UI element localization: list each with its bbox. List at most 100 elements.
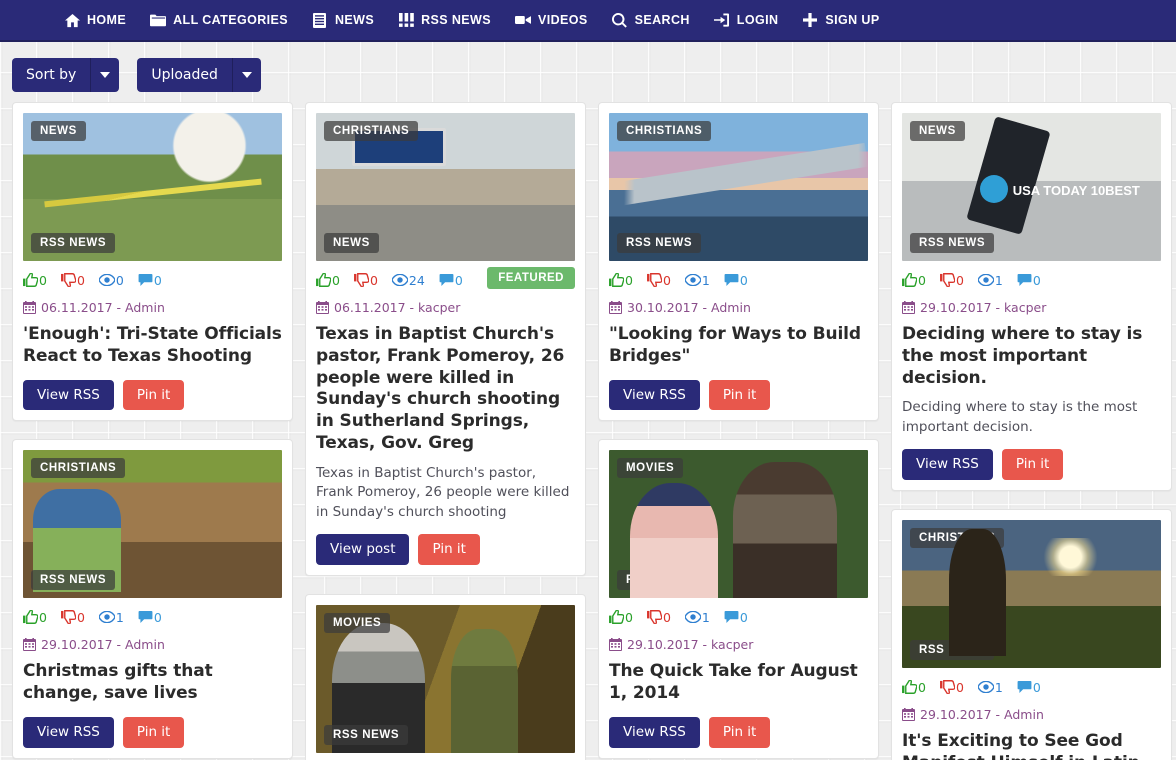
calendar-icon [902,708,915,722]
post-stats: 0 0 0 0 [23,270,282,290]
post-column-2: CHRISTIANS NEWS 0 0 24 0 FEATURED 06.11.2017 - … [299,102,592,760]
comments-stat[interactable]: 0 [138,273,162,288]
view-post-button[interactable]: View RSS [902,449,993,481]
category-tag-bottom[interactable]: RSS NEWS [910,233,995,253]
dislikes-stat[interactable]: 0 [60,610,85,625]
post-stats: 0 0 24 0 FEATURED [316,267,575,290]
nav-item-sign-up[interactable]: SIGN UP [802,12,879,28]
pin-it-button[interactable]: Pin it [708,379,771,411]
post-thumbnail[interactable]: MOVIES RSS NEWS [316,605,575,754]
nav-item-label: SEARCH [634,13,690,27]
comments-stat[interactable]: 0 [724,610,748,625]
post-title[interactable]: The Quick Take for August 1, 2014 [609,661,868,705]
post-date-author: 30.10.2017 - Admin [627,300,751,315]
likes-count: 0 [918,679,926,695]
post-card[interactable]: CHRISTIANS RSS NEWS 0 0 1 0 30.10.2017 - Admin… [598,102,879,422]
likes-stat[interactable]: 0 [902,273,926,288]
dislikes-stat[interactable]: 0 [939,272,964,288]
post-title[interactable]: Deciding where to stay is the most impor… [902,324,1161,389]
category-tag-top[interactable]: CHRISTIANS [324,121,419,141]
view-post-button[interactable]: View RSS [23,716,114,748]
category-tag-top[interactable]: NEWS [31,121,86,141]
uploaded-button[interactable]: Uploaded [137,58,233,92]
uploaded-dropdown[interactable]: Uploaded [137,58,261,92]
likes-stat[interactable]: 0 [23,610,47,625]
dislikes-stat[interactable]: 0 [646,273,671,288]
likes-stat[interactable]: 0 [609,610,633,625]
comments-stat[interactable]: 0 [724,273,748,288]
post-thumbnail[interactable]: CHRISTIANS NEWS [316,113,575,261]
likes-stat[interactable]: 0 [23,273,47,288]
post-thumbnail[interactable]: MOVIESRSS NEWS [609,450,868,599]
dislikes-count: 0 [955,272,964,288]
post-card[interactable]: CHRISTIANSRSS NEWS001029.10.2017 - Admin… [12,439,293,759]
sort-toolbar: Sort by Uploaded [0,42,1176,102]
category-tag-bottom[interactable]: RSS NEWS [31,570,116,591]
nav-item-news[interactable]: NEWS [312,12,374,28]
nav-item-search[interactable]: SEARCH [612,12,690,28]
uploaded-caret-button[interactable] [232,58,261,92]
post-thumbnail[interactable]: USA TODAY 10BEST NEWS RSS NEWS [902,113,1161,261]
post-thumbnail[interactable]: CHRISTIANSRSS NEWS [902,520,1161,669]
category-tag-bottom[interactable]: NEWS [324,233,379,253]
category-tag-top[interactable]: CHRISTIANS [617,121,712,141]
sort-by-caret-button[interactable] [91,58,120,92]
comments-stat[interactable]: 0 [439,273,463,288]
view-post-button[interactable]: View RSS [609,716,700,748]
pin-it-button[interactable]: Pin it [708,716,771,748]
eye-icon [98,611,115,624]
dislikes-stat[interactable]: 0 [353,273,378,288]
nav-item-rss-news[interactable]: RSS NEWS [398,12,491,28]
category-tag-top[interactable]: CHRISTIANS [31,458,126,479]
nav-item-all-categories[interactable]: ALL CATEGORIES [150,12,288,28]
view-post-button[interactable]: View post [316,534,410,566]
post-thumbnail[interactable]: CHRISTIANS RSS NEWS [609,113,868,261]
category-tag-bottom[interactable]: RSS NEWS [617,233,702,253]
comments-stat[interactable]: 0 [138,610,162,625]
category-tag-top[interactable]: MOVIES [324,613,391,634]
category-tag-top[interactable]: MOVIES [617,458,684,479]
post-card[interactable]: CHRISTIANSRSS NEWS001029.10.2017 - Admin… [891,509,1172,760]
pin-it-button[interactable]: Pin it [1001,449,1064,481]
view-post-button[interactable]: View RSS [609,379,700,411]
nav-item-home[interactable]: HOME [64,12,126,28]
likes-stat[interactable]: 0 [609,273,633,288]
post-card[interactable]: MOVIES RSS NEWS [305,594,586,760]
view-post-button[interactable]: View RSS [23,379,114,411]
dislikes-stat[interactable]: 0 [60,273,85,288]
pin-it-button[interactable]: Pin it [122,716,185,748]
likes-stat[interactable]: 0 [316,273,340,288]
comments-stat[interactable]: 0 [1017,273,1041,288]
pin-it-button[interactable]: Pin it [418,534,480,566]
post-card[interactable]: USA TODAY 10BEST NEWS RSS NEWS 0 0 1 0 29.10.20… [891,102,1172,492]
post-title[interactable]: It's Exciting to See God Manifest Himsel… [902,731,1161,760]
thumbs-down-icon [646,273,662,287]
post-thumbnail[interactable]: CHRISTIANS RSS NEWS [23,450,282,599]
thumbs-down-icon [60,610,76,625]
logo-circle-icon [979,175,1008,204]
comments-stat[interactable]: 0 [1017,680,1041,695]
nav-item-login[interactable]: LOGIN [714,12,779,28]
dislikes-stat[interactable]: 0 [939,680,964,695]
category-tag-bottom[interactable]: RSS NEWS [324,725,409,746]
sort-by-button[interactable]: Sort by [12,58,92,92]
category-tag-top[interactable]: NEWS [910,121,965,141]
pin-it-button[interactable]: Pin it [122,379,185,411]
calendar-icon [23,301,36,314]
likes-stat[interactable]: 0 [902,680,926,695]
post-title[interactable]: 'Enough': Tri-State Officials React to T… [23,324,282,368]
post-card[interactable]: NEWS RSS NEWS 0 0 0 0 06.11.2017 - Admin 'Enoug… [12,102,293,422]
post-card[interactable]: CHRISTIANS NEWS 0 0 24 0 FEATURED 06.11.2017 - … [305,102,586,577]
thumbs-up-icon [902,273,917,287]
post-title[interactable]: "Looking for Ways to Build Bridges" [609,324,868,368]
thumbs-down-icon [939,273,955,287]
post-title[interactable]: Texas in Baptist Church's pastor, Frank … [316,324,575,455]
sort-by-dropdown[interactable]: Sort by [12,58,120,92]
nav-item-videos[interactable]: VIDEOS [514,12,588,28]
dislikes-stat[interactable]: 0 [646,610,671,625]
post-card[interactable]: MOVIESRSS NEWS 0 0 1 0 29.10.2017 - kacper The… [598,439,879,759]
post-thumbnail[interactable]: NEWS RSS NEWS [23,113,282,261]
category-tag-bottom[interactable]: RSS NEWS [31,233,116,253]
thumbs-down-icon [646,610,662,625]
post-title[interactable]: Christmas gifts that change, save lives [23,661,282,705]
